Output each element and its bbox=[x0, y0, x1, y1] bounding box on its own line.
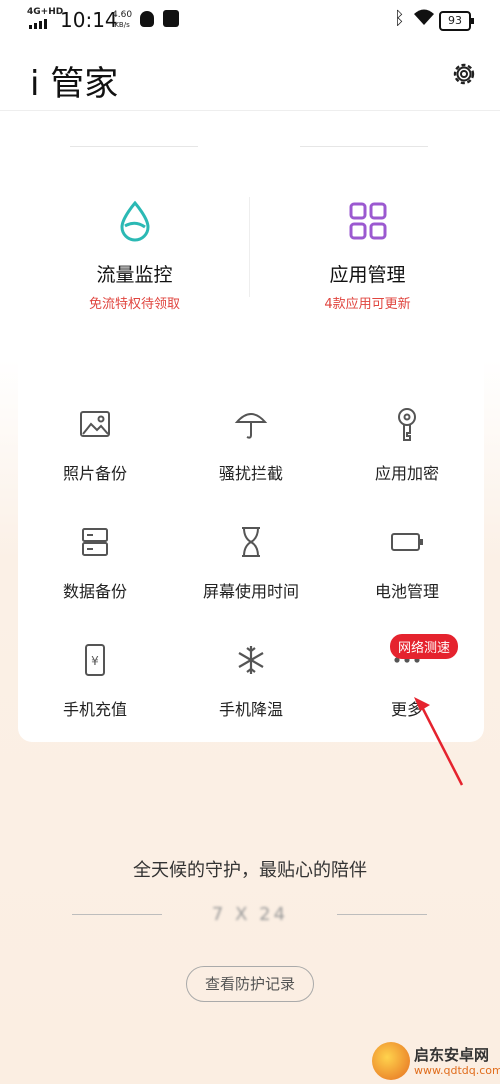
battery-indicator: 93 bbox=[439, 11, 474, 31]
grid-item-screen-time[interactable]: 屏幕使用时间 bbox=[174, 524, 328, 602]
watermark-name: 启东安卓网 bbox=[414, 1046, 490, 1064]
feature-divider bbox=[249, 197, 250, 297]
photo-icon bbox=[80, 411, 110, 437]
annotation-arrow bbox=[414, 697, 464, 786]
svg-text:¥: ¥ bbox=[91, 654, 99, 668]
water-drop-icon bbox=[119, 200, 150, 242]
key-icon bbox=[398, 408, 416, 441]
grid-item-label: 数据备份 bbox=[62, 582, 127, 601]
feature-subtitle: 免流特权待领取 bbox=[88, 297, 180, 312]
network-type: 4G+HD bbox=[27, 7, 64, 17]
watermark-url: www.qdtdq.com bbox=[414, 1064, 500, 1077]
storage-icon bbox=[82, 528, 108, 556]
grid-item-label: 手机充值 bbox=[62, 700, 127, 719]
page-title: i 管家 bbox=[30, 64, 119, 104]
divider-right bbox=[337, 914, 427, 915]
grid-item-spam-block[interactable]: 骚扰拦截 bbox=[174, 406, 328, 484]
divider-left bbox=[72, 914, 162, 915]
grid-item-battery-management[interactable]: 电池管理 bbox=[330, 524, 484, 602]
feature-name: 应用管理 bbox=[329, 264, 406, 286]
wifi-icon bbox=[414, 9, 434, 25]
grid-item-data-backup[interactable]: 数据备份 bbox=[18, 524, 172, 602]
divider bbox=[300, 146, 428, 147]
bluetooth-icon: ᛒ bbox=[394, 8, 405, 29]
divider bbox=[70, 146, 198, 147]
shopping-bag-notification-icon bbox=[163, 10, 179, 27]
settings-gear-icon[interactable] bbox=[450, 60, 478, 88]
hourglass-icon bbox=[242, 527, 260, 557]
grid-item-label: 屏幕使用时间 bbox=[202, 582, 299, 601]
grid-item-app-lock[interactable]: 应用加密 bbox=[330, 406, 484, 484]
snowflake-icon bbox=[238, 646, 264, 674]
slogan-text: 全天候的守护，最贴心的陪伴 bbox=[133, 860, 367, 881]
app-grid-icon bbox=[349, 202, 386, 240]
speed-unit: KB/s bbox=[114, 21, 130, 29]
grid-item-label: 手机降温 bbox=[218, 700, 283, 719]
site-watermark: 启东安卓网 www.qdtdq.com bbox=[372, 1040, 500, 1084]
network-speed: 4.60 KB/s bbox=[112, 10, 132, 30]
phone-recharge-icon: ¥ bbox=[85, 644, 105, 676]
service-hours-label: 7 X 24 bbox=[211, 904, 289, 925]
grid-item-photo-backup[interactable]: 照片备份 bbox=[18, 406, 172, 484]
status-bar: 4G+HD 10:14 4.60 KB/s ᛒ 93 bbox=[0, 0, 500, 40]
feature-name: 流量监控 bbox=[96, 264, 173, 286]
feature-app-management[interactable]: 应用管理 4款应用可更新 bbox=[251, 200, 484, 312]
grid-item-label: 照片备份 bbox=[62, 464, 127, 483]
grid-item-label: 骚扰拦截 bbox=[218, 464, 283, 483]
speed-value: 4.60 bbox=[112, 10, 133, 20]
umbrella-icon bbox=[234, 413, 268, 439]
qq-notification-icon bbox=[140, 11, 154, 27]
feature-traffic-monitor[interactable]: 流量监控 免流特权待领取 bbox=[18, 200, 251, 312]
grid-item-label: 应用加密 bbox=[374, 464, 439, 483]
grid-item-phone-cooling[interactable]: 手机降温 bbox=[174, 642, 328, 720]
view-protection-record-button[interactable]: 查看防护记录 bbox=[186, 966, 314, 1002]
grid-item-label: 电池管理 bbox=[374, 582, 439, 601]
signal-icon bbox=[29, 19, 51, 29]
grid-item-phone-recharge[interactable]: ¥ 手机充值 bbox=[18, 642, 172, 720]
watermark-logo-icon bbox=[372, 1042, 410, 1080]
app-header: i 管家 bbox=[0, 48, 500, 111]
battery-icon bbox=[391, 533, 423, 551]
feature-subtitle: 4款应用可更新 bbox=[324, 297, 411, 312]
network-speed-test-badge[interactable]: 网络测速 bbox=[390, 634, 459, 659]
clock: 10:14 bbox=[60, 8, 118, 32]
